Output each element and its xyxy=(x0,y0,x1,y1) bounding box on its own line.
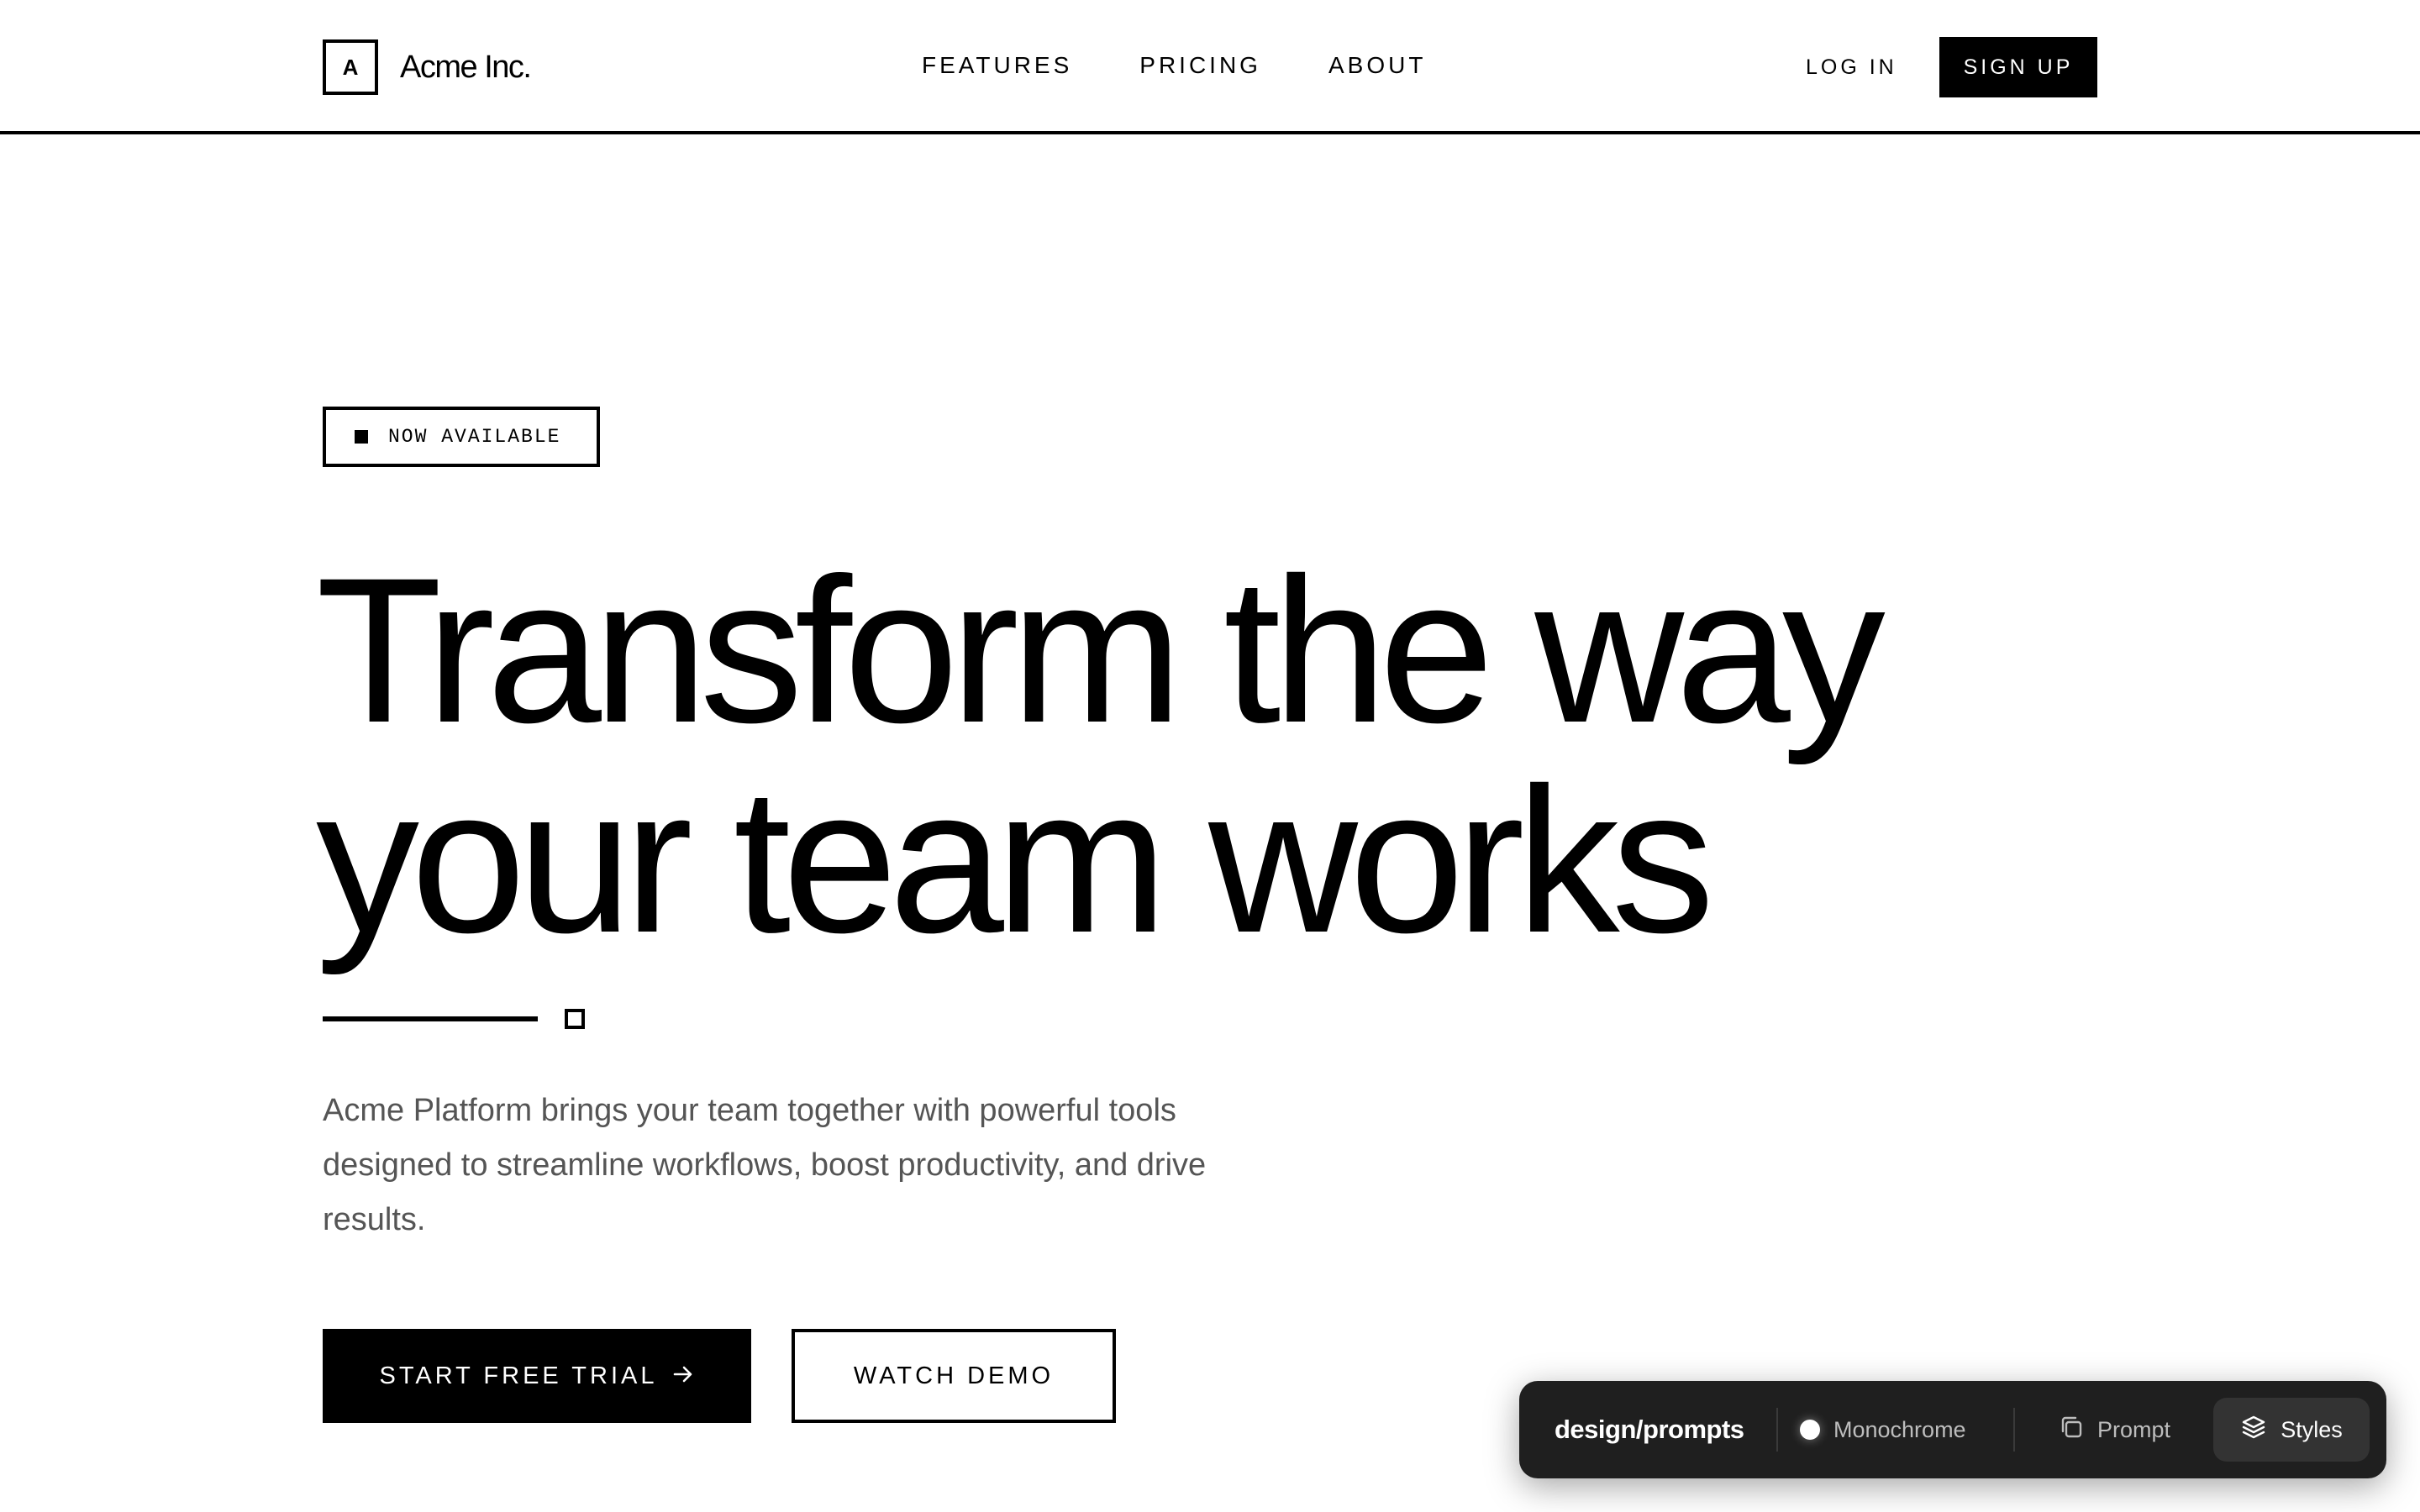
logo-text: Acme Inc. xyxy=(400,49,532,85)
copy-icon xyxy=(2059,1415,2097,1446)
divider-square-icon xyxy=(565,1009,585,1029)
toolbar-divider xyxy=(2013,1408,2015,1452)
prompt-label: Prompt xyxy=(2097,1416,2171,1442)
main-nav: FEATURES PRICING ABOUT xyxy=(922,47,1493,84)
availability-badge: NOW AVAILABLE xyxy=(323,407,600,467)
headline-line-2: your team works xyxy=(316,745,1715,976)
arrow-right-icon xyxy=(672,1361,694,1392)
login-link[interactable]: LOG IN xyxy=(1806,49,1897,86)
monochrome-toggle[interactable]: Monochrome xyxy=(1800,1381,1966,1478)
toolbar-divider xyxy=(1776,1408,1778,1452)
headline-line-1: Transform the way xyxy=(316,535,1886,766)
hero-headline: Transform the way your team works xyxy=(316,546,1886,966)
nav-about[interactable]: ABOUT xyxy=(1328,47,1426,84)
hero-subtext: Acme Platform brings your team together … xyxy=(323,1093,1207,1237)
logo-mark: A xyxy=(323,39,378,95)
nav-features[interactable]: FEATURES xyxy=(922,47,1072,84)
divider-line xyxy=(323,1016,538,1021)
watch-demo-button[interactable]: WATCH DEMO xyxy=(792,1329,1116,1423)
logo[interactable]: A Acme Inc. xyxy=(323,39,532,95)
start-free-trial-label: START FREE TRIAL xyxy=(379,1362,658,1389)
start-free-trial-button[interactable]: START FREE TRIAL xyxy=(323,1329,751,1423)
layers-icon xyxy=(2240,1414,2281,1446)
badge-square-icon xyxy=(355,430,368,444)
badge-text: NOW AVAILABLE xyxy=(388,426,561,448)
signup-label: SIGN UP xyxy=(1963,55,2074,79)
dot-icon xyxy=(1800,1420,1820,1440)
signup-button[interactable]: SIGN UP xyxy=(1939,37,2097,97)
styles-button[interactable]: Styles xyxy=(2213,1398,2370,1462)
site-header: A Acme Inc. FEATURES PRICING ABOUT LOG I… xyxy=(0,0,2420,134)
nav-pricing[interactable]: PRICING xyxy=(1139,47,1261,84)
prompt-button[interactable]: Prompt xyxy=(2059,1381,2170,1478)
design-prompts-toolbar: design/prompts Monochrome Prompt Styles xyxy=(1519,1381,2386,1478)
styles-label: Styles xyxy=(2281,1416,2343,1442)
monochrome-label: Monochrome xyxy=(1833,1416,1966,1442)
logo-letter: A xyxy=(342,54,359,80)
toolbar-title: design/prompts xyxy=(1555,1415,1744,1444)
watch-demo-label: WATCH DEMO xyxy=(853,1362,1055,1389)
